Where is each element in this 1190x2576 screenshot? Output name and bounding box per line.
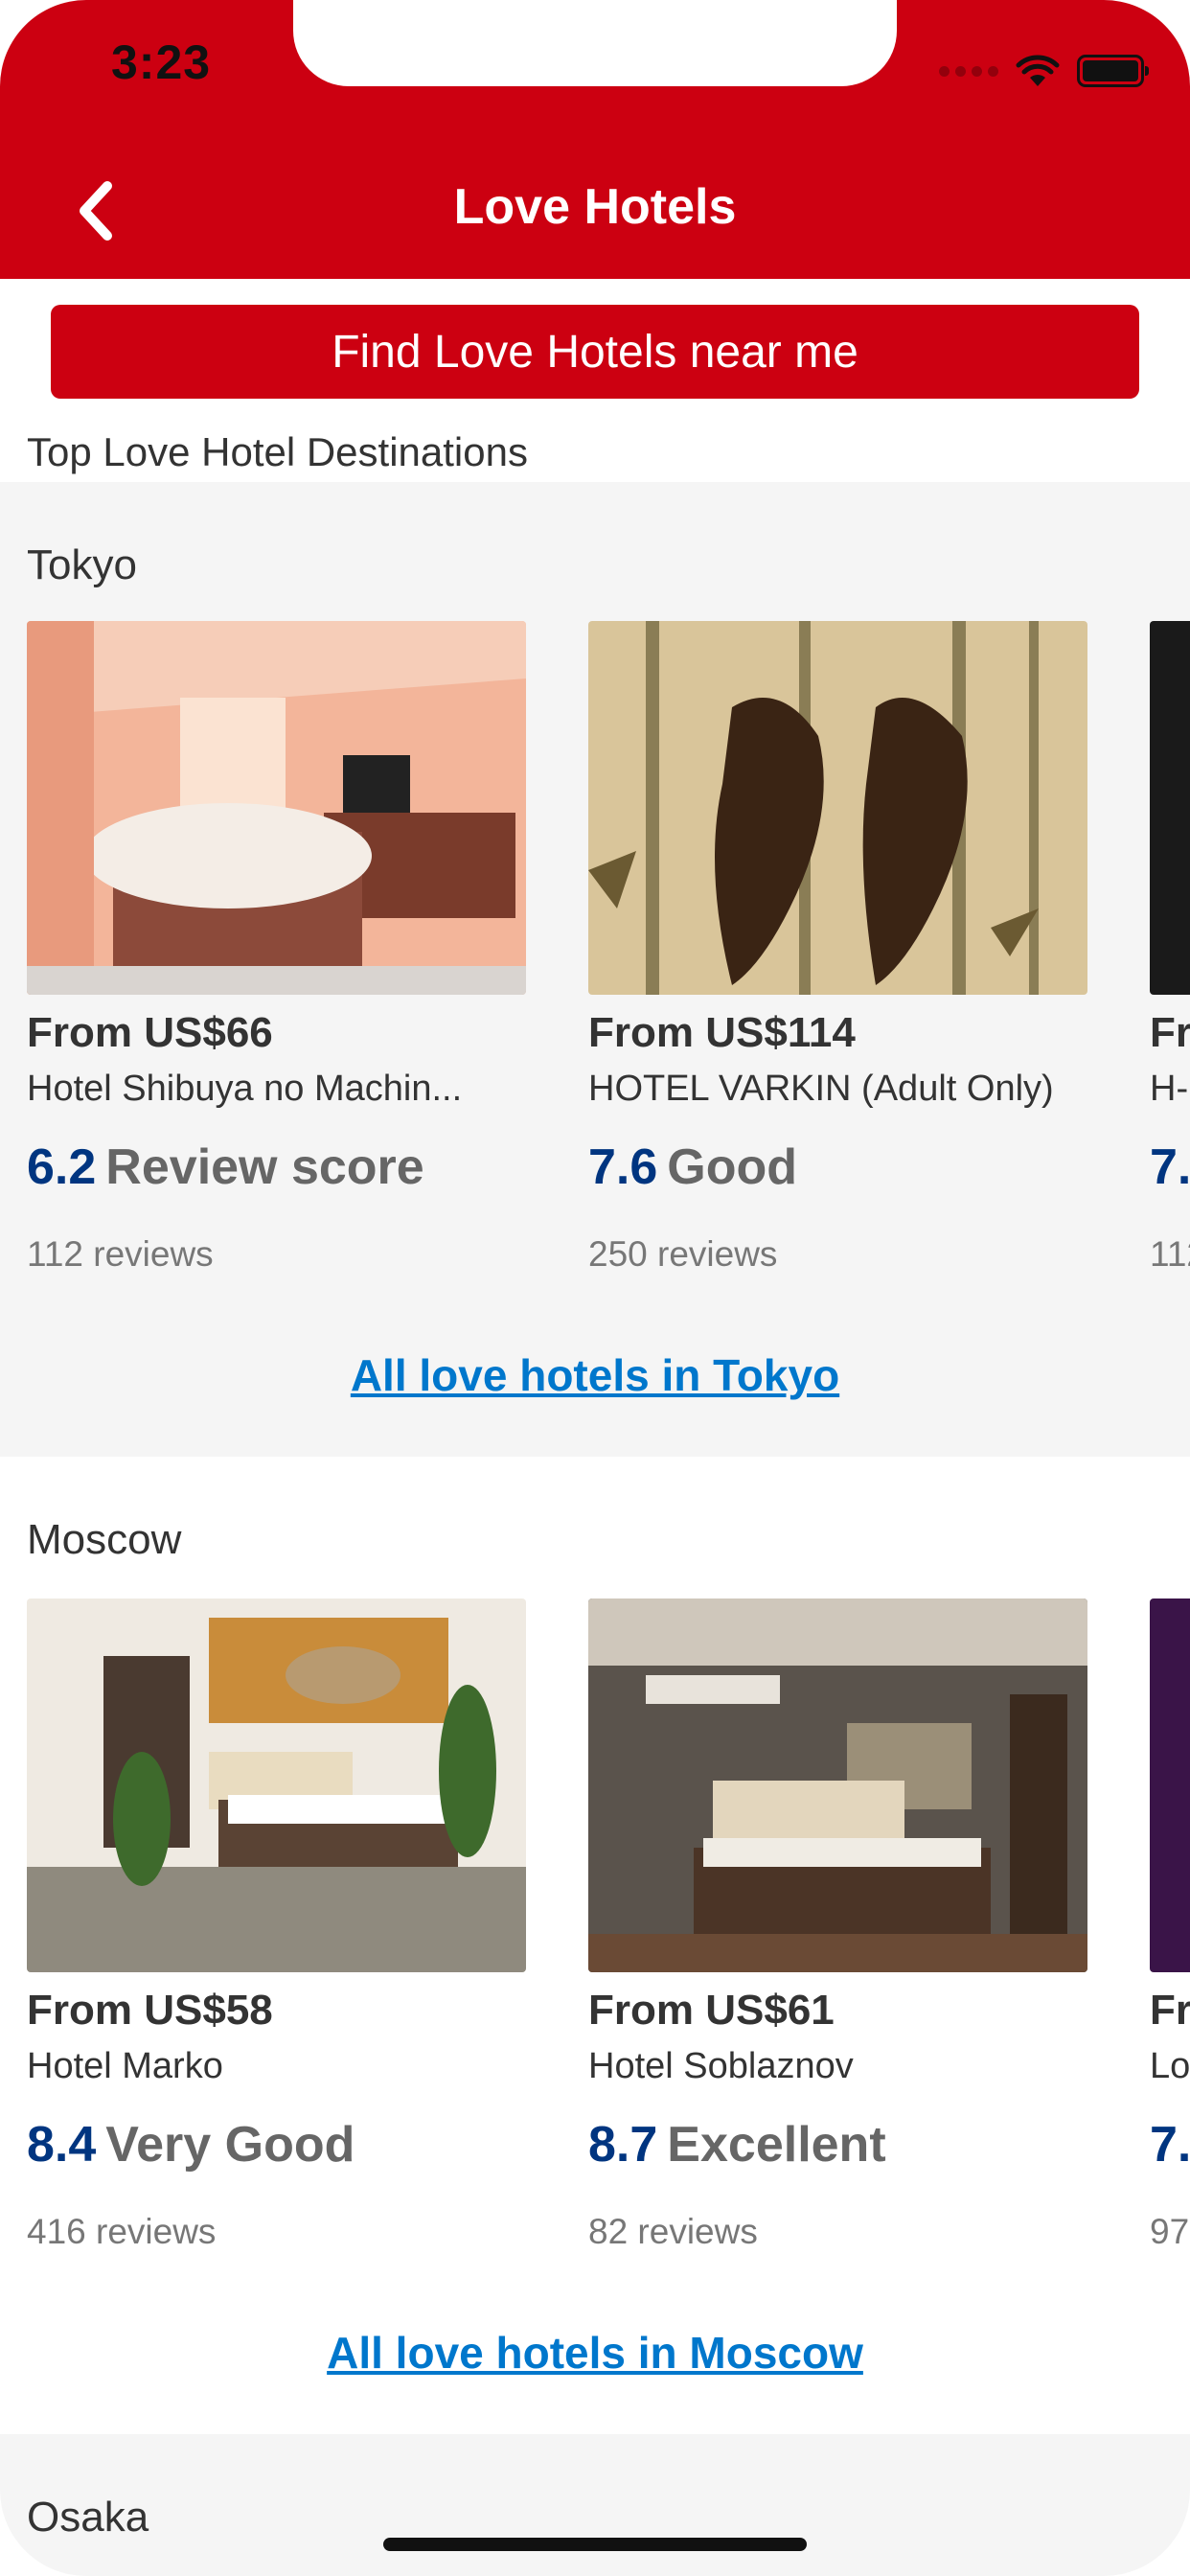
score-label: Review score	[105, 1139, 424, 1195]
review-count: 82 reviews	[588, 2212, 758, 2251]
app-header: 3:23 Love Hotels	[0, 0, 1190, 279]
city-title: Moscow	[27, 1516, 182, 1563]
hotel-card[interactable]: From US$61 Hotel Soblaznov 8.7 Excellent …	[588, 1598, 1087, 2251]
review-count: 416 reviews	[27, 2212, 217, 2251]
review-count: 250 reviews	[588, 1234, 778, 1274]
hotel-name: Hotel Shibuya no Machin...	[27, 1069, 463, 1109]
city-title: Osaka	[27, 2494, 149, 2541]
home-indicator[interactable]	[383, 2538, 807, 2551]
score-label: Good	[667, 1139, 798, 1195]
hotel-name-peek: H-	[1150, 1069, 1189, 1109]
review-score: 8.4 Very Good	[27, 2116, 355, 2174]
all-hotels-moscow-link[interactable]: All love hotels in Moscow	[0, 2327, 1190, 2379]
review-score: 8.7 Excellent	[588, 2116, 886, 2174]
city-section-moscow: Moscow From US$58 Hotel Marko 8.4 Very Go…	[0, 1457, 1190, 2434]
status-time: 3:23	[111, 35, 212, 89]
hotel-photo-peek[interactable]	[1150, 621, 1190, 995]
review-count: 112 reviews	[27, 1234, 214, 1274]
hotel-name-peek: Lo	[1150, 2046, 1190, 2086]
hotel-photo	[27, 621, 526, 995]
hotel-price: From US$66	[27, 1009, 273, 1056]
battery-icon	[1077, 55, 1149, 87]
score-value: 7.6	[588, 1139, 658, 1195]
score-value: 6.2	[27, 1139, 97, 1195]
hotel-card[interactable]: From US$58 Hotel Marko 8.4 Very Good 416 …	[27, 1598, 526, 2251]
signal-icon	[939, 65, 998, 77]
score-value-peek: 7.	[1150, 1139, 1190, 1195]
find-near-me-button[interactable]: Find Love Hotels near me	[51, 305, 1139, 399]
score-value: 8.7	[588, 2117, 658, 2173]
hotel-name: HOTEL VARKIN (Adult Only)	[588, 1069, 1054, 1109]
status-icons	[939, 52, 1149, 90]
hotel-price: From US$114	[588, 1009, 856, 1056]
hotel-photo	[27, 1598, 526, 1972]
score-value: 8.4	[27, 2117, 97, 2173]
all-hotels-tokyo-link[interactable]: All love hotels in Tokyo	[0, 1349, 1190, 1401]
hotel-name: Hotel Marko	[27, 2046, 223, 2086]
review-count-peek: 97	[1150, 2212, 1190, 2251]
review-score: 7.6 Good	[588, 1138, 797, 1196]
hotel-card[interactable]: From US$66 Hotel Shibuya no Machin... 6.…	[27, 621, 526, 1274]
hotel-name: Hotel Soblaznov	[588, 2046, 854, 2086]
hotel-price-peek: Fr	[1150, 1987, 1190, 2034]
hotel-photo	[588, 621, 1087, 995]
wifi-icon	[1016, 55, 1060, 86]
city-title: Tokyo	[27, 541, 137, 588]
hotel-card[interactable]: From US$114 HOTEL VARKIN (Adult Only) 7.…	[588, 621, 1087, 1274]
score-value-peek: 7.	[1150, 2117, 1190, 2173]
city-section-osaka: Osaka	[0, 2434, 1190, 2576]
device-notch	[293, 0, 897, 86]
score-label: Excellent	[667, 2117, 886, 2173]
hotel-photo	[588, 1598, 1087, 1972]
review-score: 6.2 Review score	[27, 1138, 424, 1196]
review-count-peek: 112	[1150, 1234, 1190, 1274]
hotel-price: From US$58	[27, 1987, 273, 2034]
page-title: Love Hotels	[453, 179, 737, 235]
hotel-price: From US$61	[588, 1987, 835, 2034]
city-section-tokyo: Tokyo From US$66 Hotel Shibuya no Machin…	[0, 482, 1190, 1457]
hotel-price-peek: Fr	[1150, 1009, 1190, 1056]
score-label: Very Good	[105, 2117, 355, 2173]
section-heading: Top Love Hotel Destinations	[27, 429, 528, 474]
hotel-photo-peek[interactable]	[1150, 1598, 1190, 1972]
